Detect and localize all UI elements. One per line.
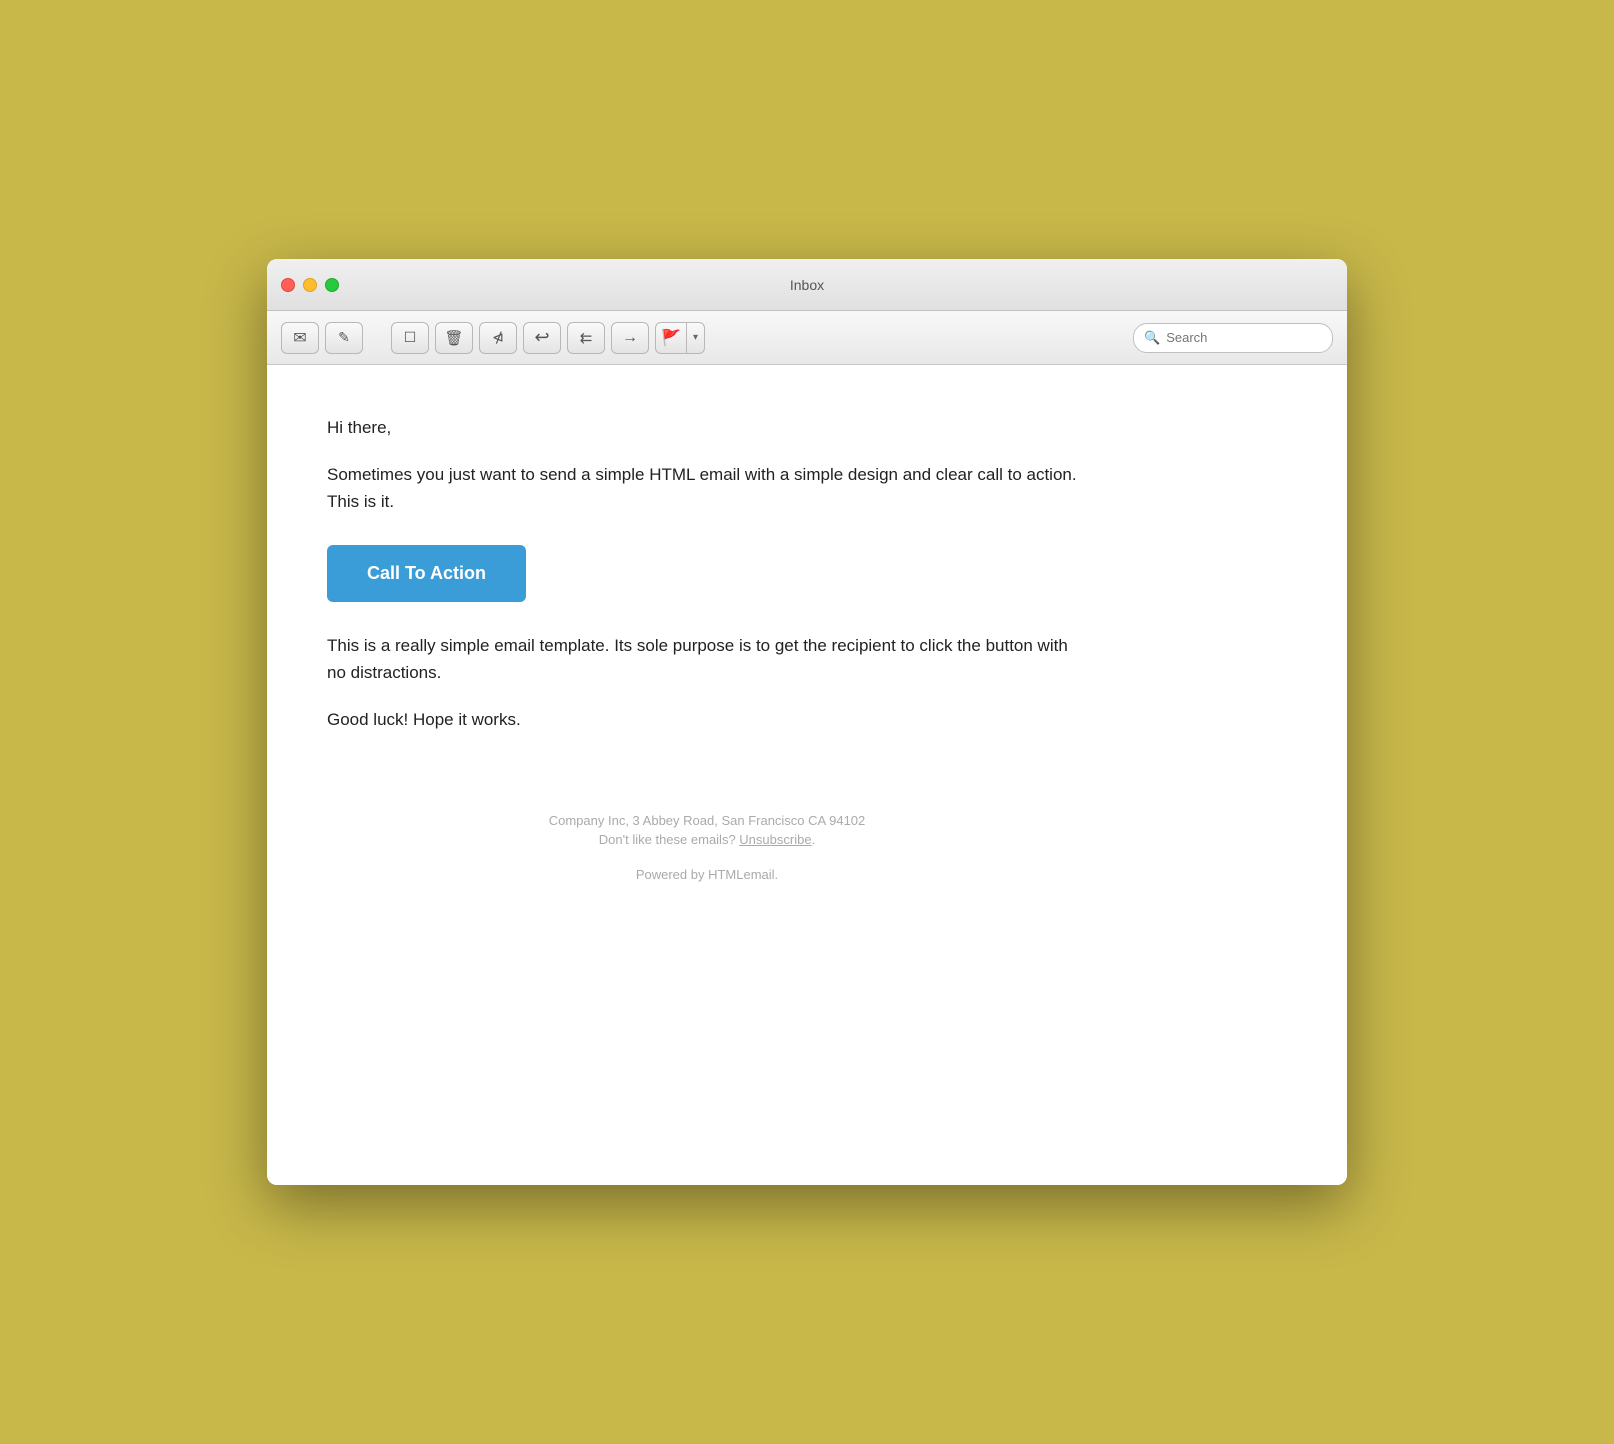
archive-button[interactable]: ☐ <box>391 322 429 354</box>
minimize-button[interactable] <box>303 278 317 292</box>
reply-button[interactable]: ↩ <box>523 322 561 354</box>
forward-button[interactable]: → <box>611 322 649 354</box>
reply-all-button[interactable]: ⇇ <box>567 322 605 354</box>
maximize-button[interactable] <box>325 278 339 292</box>
email-intro: Sometimes you just want to send a simple… <box>327 461 1087 515</box>
email-content: Hi there, Sometimes you just want to sen… <box>267 365 1347 1185</box>
delete-button[interactable]: 🗑 <box>435 322 473 354</box>
window-title: Inbox <box>790 277 824 293</box>
email-body-text: This is a really simple email template. … <box>327 632 1087 686</box>
compose-button[interactable]: ✎ <box>325 322 363 354</box>
reply-group: ↩ ⇇ → <box>523 322 649 354</box>
traffic-lights <box>281 278 339 292</box>
flag-button[interactable]: 🚩 <box>655 322 687 354</box>
search-input[interactable] <box>1166 330 1322 345</box>
email-body: Hi there, Sometimes you just want to sen… <box>327 415 1087 882</box>
unsubscribe-link[interactable]: Unsubscribe <box>739 832 811 847</box>
email-closing: Good luck! Hope it works. <box>327 706 1087 733</box>
flag-dropdown-button[interactable]: ▾ <box>687 322 705 354</box>
close-button[interactable] <box>281 278 295 292</box>
email-footer: Company Inc, 3 Abbey Road, San Francisco… <box>327 813 1087 882</box>
footer-address: Company Inc, 3 Abbey Road, San Francisco… <box>327 813 1087 828</box>
toolbar: ✉ ✎ ☐ 🗑 ⋪ ↩ ⇇ → 🚩 ▾ 🔍 <box>267 311 1347 365</box>
unsubscribe-prefix: Don't like these emails? <box>599 832 740 847</box>
titlebar: Inbox <box>267 259 1347 311</box>
mail-window: Inbox ✉ ✎ ☐ 🗑 ⋪ ↩ ⇇ → 🚩 ▾ 🔍 Hi there, <box>267 259 1347 1185</box>
flag-group: 🚩 ▾ <box>655 322 705 354</box>
action-group: ☐ 🗑 ⋪ <box>391 322 517 354</box>
footer-powered: Powered by HTMLemail. <box>327 867 1087 882</box>
unsubscribe-suffix: . <box>812 832 816 847</box>
footer-unsubscribe: Don't like these emails? Unsubscribe. <box>327 832 1087 847</box>
email-greeting: Hi there, <box>327 415 1087 441</box>
trash-button[interactable]: ⋪ <box>479 322 517 354</box>
search-icon: 🔍 <box>1144 330 1160 346</box>
search-box[interactable]: 🔍 <box>1133 323 1333 353</box>
cta-button[interactable]: Call To Action <box>327 545 526 602</box>
mail-button[interactable]: ✉ <box>281 322 319 354</box>
